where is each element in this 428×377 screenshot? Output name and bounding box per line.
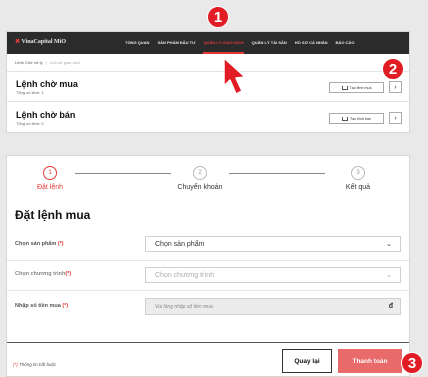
amount-label-text: Nhập số tiền mua xyxy=(15,303,61,309)
footer-divider xyxy=(7,342,409,343)
program-label-text: Chọn chương trình xyxy=(15,271,66,277)
breadcrumb-separator: | xyxy=(45,60,47,65)
stepper-line xyxy=(75,173,171,174)
chevron-down-icon: ⌄ xyxy=(386,272,392,279)
amount-input-placeholder: Vui lòng nhập số tiền mua xyxy=(155,303,213,310)
buy-order-form-panel: 1 Đặt lệnh 2 Chuyển khoản 3 Kết quả Đặt … xyxy=(6,155,410,377)
amount-input[interactable]: Vui lòng nhập số tiền mua đ xyxy=(145,298,401,315)
breadcrumb: Lệnh Chờ xử lý | Lịch sử giao dịch xyxy=(15,60,80,65)
nav-item-profile[interactable]: HỒ SƠ CÁ NHÂN xyxy=(295,32,328,54)
divider xyxy=(7,290,409,291)
step-number: 3 xyxy=(351,166,365,180)
annotation-marker-1: 1 xyxy=(207,6,229,28)
create-buy-order-label: Tạo lệnh mua xyxy=(349,85,372,90)
brand-logo[interactable]: ✖ VinaCapital MiO xyxy=(15,38,66,45)
back-button[interactable]: Quay lại xyxy=(282,349,332,373)
pending-buy-count: Tổng số lệnh: 1 xyxy=(16,90,44,95)
product-label-text: Chọn sản phẩm xyxy=(15,241,57,247)
annotation-marker-3: 3 xyxy=(401,352,423,374)
step-number: 2 xyxy=(193,166,207,180)
chevron-right-icon: › xyxy=(394,83,397,91)
expand-sell-orders-button[interactable]: › xyxy=(389,112,402,124)
stepper-line xyxy=(229,173,325,174)
pending-sell-row: Lệnh chờ bán Tổng số lệnh: 0 Tạo lệnh bá… xyxy=(7,103,409,133)
chevron-down-icon: ⌄ xyxy=(386,241,392,248)
required-mark: (*) xyxy=(62,303,69,309)
pay-button[interactable]: Thanh toán xyxy=(338,349,402,373)
product-label: Chọn sản phẩm (*) xyxy=(15,241,64,247)
pending-sell-title: Lệnh chờ bán xyxy=(16,110,76,120)
nav-item-reports[interactable]: BÁO CÁO xyxy=(336,32,355,54)
form-title: Đặt lệnh mua xyxy=(15,208,91,222)
nav-item-products[interactable]: SẢN PHẨM ĐẦU TƯ xyxy=(157,32,195,54)
currency-symbol: đ xyxy=(388,303,393,310)
step-label: Đặt lệnh xyxy=(36,184,64,191)
pointer-arrow-icon xyxy=(223,57,246,95)
create-sell-order-button[interactable]: Tạo lệnh bán xyxy=(329,113,384,124)
pending-orders-panel: ✖ VinaCapital MiO TỔNG QUAN SẢN PHẨM ĐẦU… xyxy=(6,31,410,133)
step-result: 3 Kết quả xyxy=(328,166,388,191)
product-select[interactable]: Chọn sản phẩm ⌄ xyxy=(145,236,401,252)
program-select-value: Chọn chương trình xyxy=(155,271,215,279)
step-label: Chuyển khoản xyxy=(177,184,223,191)
chevron-right-icon: › xyxy=(394,114,397,122)
required-mark: (*) xyxy=(13,362,18,367)
required-note: (*) Thông tin bắt buộc xyxy=(13,362,56,367)
breadcrumb-history[interactable]: Lịch sử giao dịch xyxy=(50,60,80,65)
create-buy-order-button[interactable]: Tạo lệnh mua xyxy=(329,82,384,93)
divider xyxy=(7,260,409,261)
pending-buy-title: Lệnh chờ mua xyxy=(16,79,78,89)
required-note-text: Thông tin bắt buộc xyxy=(19,362,57,367)
required-mark: (*) xyxy=(65,271,72,277)
breadcrumb-current[interactable]: Lệnh Chờ xử lý xyxy=(15,60,43,65)
nav-item-overview[interactable]: TỔNG QUAN xyxy=(125,32,149,54)
step-label: Kết quả xyxy=(345,184,371,191)
step-place-order: 1 Đặt lệnh xyxy=(20,166,80,191)
pending-sell-count: Tổng số lệnh: 0 xyxy=(16,121,44,126)
cart-icon xyxy=(341,85,348,90)
amount-label: Nhập số tiền mua (*) xyxy=(15,303,68,309)
program-select[interactable]: Chọn chương trình ⌄ xyxy=(145,267,401,283)
annotation-marker-2: 2 xyxy=(382,58,404,80)
nav-item-transactions[interactable]: QUẢN LÝ GIAO DỊCH xyxy=(203,32,244,54)
step-number: 1 xyxy=(43,166,57,180)
create-sell-order-label: Tạo lệnh bán xyxy=(350,116,371,121)
product-select-value: Chọn sản phẩm xyxy=(155,240,205,248)
brand-logo-mark: ✖ xyxy=(15,39,21,45)
top-navbar: ✖ VinaCapital MiO TỔNG QUAN SẢN PHẨM ĐẦU… xyxy=(7,32,409,54)
nav-menu: TỔNG QUAN SẢN PHẨM ĐẦU TƯ QUẢN LÝ GIAO D… xyxy=(125,32,362,54)
pending-buy-row: Lệnh chờ mua Tổng số lệnh: 1 Tạo lệnh mu… xyxy=(7,72,409,102)
program-label: Chọn chương trình(*) xyxy=(15,271,71,277)
nav-item-assets[interactable]: QUẢN LÝ TÀI SẢN xyxy=(252,32,287,54)
cart-icon xyxy=(342,116,348,121)
required-mark: (*) xyxy=(57,241,64,247)
expand-buy-orders-button[interactable]: › xyxy=(389,81,402,93)
step-transfer: 2 Chuyển khoản xyxy=(170,166,230,191)
brand-logo-text: VinaCapital MiO xyxy=(21,39,67,45)
